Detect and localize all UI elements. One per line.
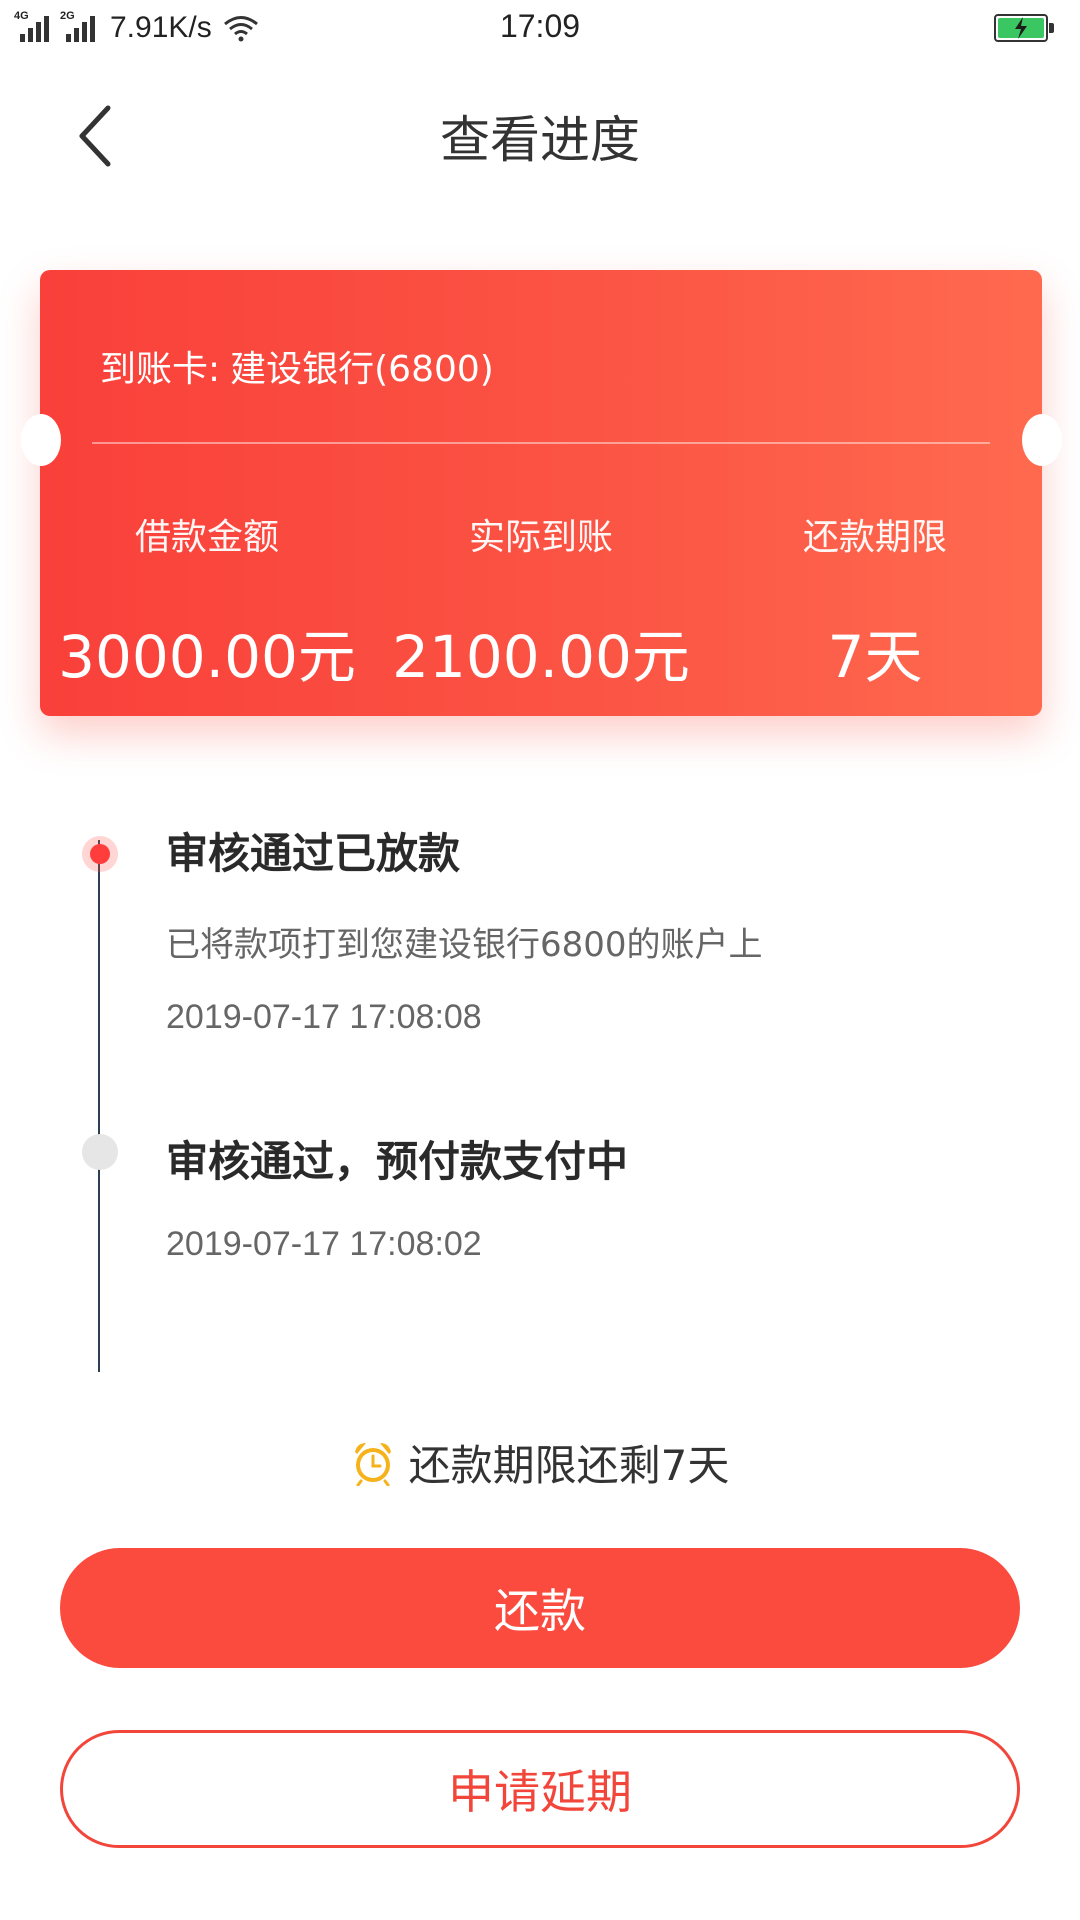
timeline-step-disbursed: 审核通过已放款 已将款项打到您建设银行6800的账户上 2019-07-17 1… (166, 820, 763, 1037)
stat-label: 还款期限 (802, 517, 947, 558)
alarm-clock-icon (354, 1442, 391, 1486)
repay-button[interactable]: 还款 (60, 1548, 1020, 1668)
account-label: 到账卡: (100, 349, 221, 390)
stat-label: 实际到账 (468, 517, 613, 558)
stat-repayment-term: 还款期限 7天 (708, 508, 1042, 694)
repayment-reminder: 还款期限还剩7天 (0, 1432, 1080, 1493)
page-title: 查看进度 (440, 111, 640, 169)
step-description: 已将款项打到您建设银行6800的账户上 (166, 925, 763, 965)
loan-summary-card: 到账卡: 建设银行(6800) 借款金额 3000.00元 实际到账 2100.… (40, 270, 1042, 716)
charging-bolt-icon (1015, 17, 1027, 39)
receiving-account: 到账卡: 建设银行(6800) (100, 340, 494, 392)
timeline-dot-inactive (82, 1134, 118, 1170)
battery-icon (994, 14, 1054, 42)
card-notch-right (1022, 414, 1062, 466)
stat-value: 3000.00元 (58, 623, 356, 691)
apply-extension-button[interactable]: 申请延期 (60, 1730, 1020, 1848)
stat-value: 7天 (827, 623, 923, 691)
stat-value: 2100.00元 (392, 623, 690, 691)
step-title: 审核通过，预付款支付中 (166, 1137, 629, 1186)
account-value: 建设银行(6800) (230, 349, 494, 390)
timeline-dot-active (82, 836, 118, 872)
progress-timeline: 审核通过已放款 已将款项打到您建设银行6800的账户上 2019-07-17 1… (0, 820, 1080, 1380)
reminder-text: 还款期限还剩7天 (408, 1441, 730, 1490)
card-divider (92, 442, 990, 444)
timeline-line (98, 840, 100, 1372)
step-time: 2019-07-17 17:08:08 (166, 998, 482, 1036)
status-time: 17:09 (499, 8, 581, 44)
stat-label: 借款金额 (134, 517, 279, 558)
step-title: 审核通过已放款 (166, 829, 461, 878)
timeline-step-prepayment: 审核通过，预付款支付中 2019-07-17 17:08:02 (166, 1128, 628, 1264)
status-bar: 4G 2G 7.91K/s 17:09 (0, 0, 1080, 56)
stat-actual-received: 实际到账 2100.00元 (374, 508, 708, 694)
loan-stats: 借款金额 3000.00元 实际到账 2100.00元 还款期限 7天 (40, 508, 1042, 694)
app-header: 查看进度 (0, 76, 1080, 196)
stat-loan-amount: 借款金额 3000.00元 (40, 508, 374, 694)
step-time: 2019-07-17 17:08:02 (166, 1225, 482, 1263)
card-notch-left (21, 414, 61, 466)
